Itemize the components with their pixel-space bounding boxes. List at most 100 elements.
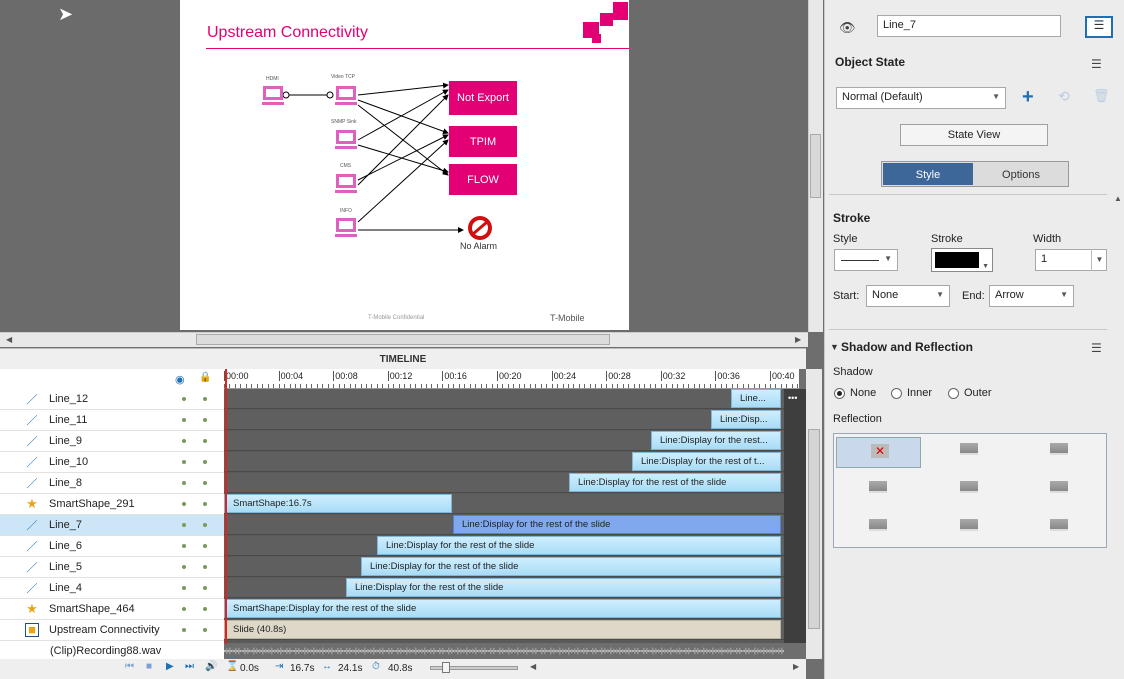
timeline-bar[interactable]: Line:Display for the rest...: [651, 431, 781, 450]
lock-dot[interactable]: [203, 397, 207, 401]
layer-row[interactable]: ／ Line_7: [0, 515, 224, 536]
state-view-button[interactable]: State View: [900, 124, 1048, 146]
visibility-dot[interactable]: [182, 460, 186, 464]
playhead[interactable]: [225, 369, 227, 644]
lock-dot[interactable]: [203, 586, 207, 590]
shadow-none-radio[interactable]: None: [834, 387, 876, 399]
timeline-bar[interactable]: SmartShape:16.7s: [224, 494, 452, 513]
layer-row[interactable]: ／ Line_11: [0, 410, 224, 431]
layer-row[interactable]: ／ Line_8: [0, 473, 224, 494]
scroll-right-icon[interactable]: ▶: [795, 335, 801, 344]
add-state-icon[interactable]: +: [1022, 86, 1034, 109]
reflection-option-icon[interactable]: [1050, 519, 1068, 531]
visibility-dot[interactable]: [182, 502, 186, 506]
lock-dot[interactable]: [203, 502, 207, 506]
timeline-bar[interactable]: Line:Disp...: [711, 410, 781, 429]
lock-dot[interactable]: [203, 628, 207, 632]
stroke-color-swatch[interactable]: ▼: [931, 248, 993, 272]
scroll-left-icon[interactable]: ◀: [6, 335, 12, 344]
layer-row[interactable]: ／ Line_4: [0, 578, 224, 599]
slide-canvas[interactable]: Upstream Connectivity HDMI Video TCP SNM…: [180, 0, 629, 330]
layer-row[interactable]: ／ Line_6: [0, 536, 224, 557]
visibility-dot[interactable]: [182, 418, 186, 422]
timeline-bar[interactable]: Line:Display for the rest of the slide: [346, 578, 781, 597]
end-arrow-select[interactable]: Arrow ▼: [989, 285, 1074, 307]
timeline-bar[interactable]: Line:Display for the rest of the slide: [453, 515, 781, 534]
timeline-bar[interactable]: Line:Display for the rest of the slide: [361, 557, 781, 576]
layer-row[interactable]: ／ Line_5: [0, 557, 224, 578]
width-field[interactable]: 1 ▼: [1035, 249, 1107, 271]
lock-dot[interactable]: [203, 460, 207, 464]
timeline-vscroll-thumb[interactable]: [808, 429, 820, 629]
timeline-vertical-scrollbar[interactable]: [806, 369, 822, 659]
play-icon[interactable]: ▶: [166, 661, 174, 672]
collapse-up-icon[interactable]: ▲: [1114, 194, 1122, 203]
timeline-bar[interactable]: Line:Display for the rest of the slide: [569, 473, 781, 492]
reflection-option-icon[interactable]: [1050, 443, 1068, 455]
layer-row[interactable]: ■ Upstream Connectivity: [0, 620, 224, 641]
lock-dot[interactable]: [203, 523, 207, 527]
stop-icon[interactable]: ■: [146, 661, 152, 672]
visibility-dot[interactable]: [182, 397, 186, 401]
timeline-bar[interactable]: Line...: [731, 389, 781, 408]
refresh-state-icon[interactable]: ⟲: [1058, 88, 1070, 105]
timeline-tracks[interactable]: Line... Line:Disp... Line:Display for the …: [224, 389, 784, 643]
reflection-option-icon[interactable]: [1050, 481, 1068, 493]
zoom-slider-thumb[interactable]: [442, 662, 450, 673]
timeline-bar[interactable]: Line:Display for the rest of the slide: [377, 536, 781, 555]
tab-options[interactable]: Options: [974, 162, 1068, 186]
reflection-option-icon[interactable]: [960, 519, 978, 531]
lock-dot[interactable]: [203, 565, 207, 569]
visibility-dot[interactable]: [182, 565, 186, 569]
object-name-field[interactable]: Line_7: [877, 15, 1061, 37]
fast-forward-icon[interactable]: ⏭: [185, 661, 194, 672]
lock-dot[interactable]: [203, 544, 207, 548]
shadow-inner-radio[interactable]: Inner: [891, 387, 932, 399]
volume-icon[interactable]: 🔊: [205, 661, 217, 672]
tab-style[interactable]: Style: [883, 163, 973, 185]
timeline-ruler[interactable]: 00:00 00:04 00:08 00:12 00:16 00:20 00:24 00:28…: [224, 369, 799, 389]
width-spinner-icon[interactable]: ▼: [1091, 249, 1107, 271]
visibility-dot[interactable]: [182, 586, 186, 590]
shadow-options-icon[interactable]: ☰: [1091, 341, 1102, 355]
visibility-dot[interactable]: [182, 628, 186, 632]
reflection-option-icon[interactable]: [869, 481, 887, 493]
layer-row[interactable]: ／ Line_10: [0, 452, 224, 473]
visibility-dot[interactable]: [182, 439, 186, 443]
layer-row[interactable]: ／ Line_9: [0, 431, 224, 452]
collapse-section-icon[interactable]: ▼: [830, 342, 839, 352]
reflection-option-icon[interactable]: [869, 519, 887, 531]
visibility-dot[interactable]: [182, 523, 186, 527]
start-arrow-select[interactable]: None ▼: [866, 285, 950, 307]
delete-state-icon[interactable]: 🗑: [1093, 88, 1110, 104]
visibility-dot[interactable]: [182, 607, 186, 611]
stage-vscroll-thumb[interactable]: [810, 134, 821, 198]
timeline-bar[interactable]: SmartShape:Display for the rest of the s…: [224, 599, 781, 618]
reflection-option-icon[interactable]: [960, 443, 978, 455]
lock-icon[interactable]: 🔒: [199, 372, 211, 383]
stage-hscroll-thumb[interactable]: [196, 334, 610, 345]
rewind-icon[interactable]: ⏮: [125, 661, 134, 672]
state-select[interactable]: Normal (Default) ▼: [836, 87, 1006, 109]
timeline-scroll-left-icon[interactable]: ◀: [530, 662, 536, 671]
layer-row[interactable]: ★ SmartShape_464: [0, 599, 224, 620]
layer-row[interactable]: ★ SmartShape_291: [0, 494, 224, 515]
state-options-icon[interactable]: ☰: [1091, 57, 1102, 71]
more-icon[interactable]: •••: [788, 393, 797, 403]
lock-dot[interactable]: [203, 439, 207, 443]
lock-dot[interactable]: [203, 418, 207, 422]
reflection-option-icon[interactable]: [960, 481, 978, 493]
timeline-bar[interactable]: Line:Display for the rest of t...: [632, 452, 781, 471]
visibility-dot[interactable]: [182, 544, 186, 548]
layer-row[interactable]: ／ Line_12: [0, 389, 224, 410]
lock-dot[interactable]: [203, 481, 207, 485]
panel-menu-icon[interactable]: ☰: [1085, 16, 1113, 38]
timeline-scroll-right-icon[interactable]: ▶: [793, 662, 799, 671]
visibility-dot[interactable]: [182, 481, 186, 485]
visibility-eye-icon[interactable]: 👁: [839, 20, 856, 36]
lock-dot[interactable]: [203, 607, 207, 611]
eye-visibility-icon[interactable]: ◉: [175, 373, 185, 386]
reflection-none-cell[interactable]: ✕: [836, 437, 921, 468]
stroke-style-select[interactable]: ▼: [834, 249, 898, 271]
shadow-outer-radio[interactable]: Outer: [948, 387, 992, 399]
